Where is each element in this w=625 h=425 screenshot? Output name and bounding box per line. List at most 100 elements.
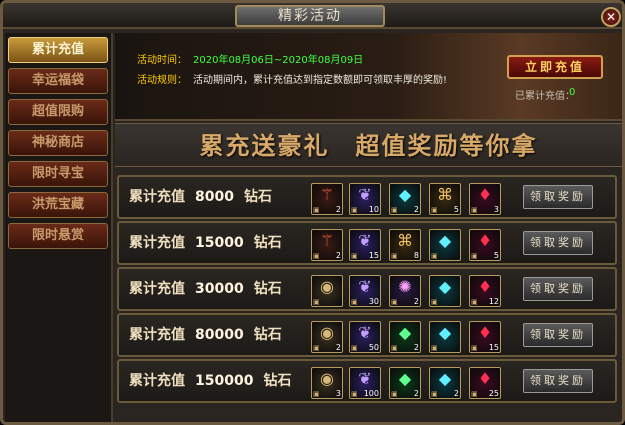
tier-label: 累计充值 8000 钻石 (129, 187, 299, 207)
bound-lock-icon: ▣ (431, 298, 438, 306)
crystal-icon: ◆ (438, 231, 452, 250)
bound-lock-icon: ▣ (313, 390, 320, 398)
reward-item-slot[interactable]: ◆ ▣ (429, 321, 461, 353)
reward-item-slot[interactable]: ❦ ▣ 100 (349, 367, 381, 399)
window-title: 精彩活动 (235, 5, 385, 27)
claim-reward-button[interactable]: 领取奖励 (523, 231, 593, 255)
item-count: 3 (493, 205, 499, 214)
staff-icon: ⚚ (319, 231, 335, 250)
scroll-icon: ⌘ (397, 231, 413, 250)
tier-unit: 钻石 (253, 327, 282, 343)
item-count: 2 (413, 205, 419, 214)
reward-item-slot[interactable]: ◉ ▣ 3 (311, 367, 343, 399)
item-count: 2 (335, 205, 341, 214)
reward-item-slot[interactable]: ◆ ▣ (429, 275, 461, 307)
reward-item-slot[interactable]: ♦ ▣ 25 (469, 367, 501, 399)
ruby-amulet-icon: ♦ (477, 185, 493, 204)
feather-icon: ❦ (358, 185, 372, 204)
bound-lock-icon: ▣ (351, 206, 358, 214)
bound-lock-icon: ▣ (431, 390, 438, 398)
reward-item-slot[interactable]: ♦ ▣ 5 (469, 229, 501, 261)
bound-lock-icon: ▣ (313, 344, 320, 352)
reward-item-slot[interactable]: ❦ ▣ 15 (349, 229, 381, 261)
sidebar-item-limited-purchase[interactable]: 超值限购 (8, 99, 108, 125)
item-count: 2 (335, 343, 341, 352)
claim-reward-button[interactable]: 领取奖励 (523, 369, 593, 393)
item-count: 15 (488, 343, 499, 352)
close-icon[interactable]: ✕ (601, 7, 621, 27)
reward-item-slot[interactable]: ⌘ ▣ 5 (429, 183, 461, 215)
item-count: 12 (488, 297, 499, 306)
ruby-amulet-icon: ♦ (477, 231, 493, 250)
event-rule-label: 活动规则： (137, 75, 187, 86)
reward-item-slot[interactable]: ❦ ▣ 10 (349, 183, 381, 215)
bound-lock-icon: ▣ (351, 390, 358, 398)
feather-icon: ❦ (358, 277, 372, 296)
item-count: 2 (335, 251, 341, 260)
sidebar-item-treasure-hunt[interactable]: 限时寻宝 (8, 161, 108, 187)
ruby-amulet-icon: ♦ (477, 369, 493, 388)
item-count: 5 (493, 251, 499, 260)
staff-icon: ⚚ (319, 185, 335, 204)
item-count: 30 (368, 297, 379, 306)
recharge-now-button[interactable]: 立即充值 (507, 55, 603, 79)
shield-icon: ◉ (320, 277, 334, 296)
crystal-icon: ◆ (398, 185, 412, 204)
tier-amount: 30000 (195, 281, 244, 297)
bound-lock-icon: ▣ (471, 252, 478, 260)
reward-tier-row: 累计充值 80000 钻石 ◉ ▣ 2 ❦ ▣ 50 ◆ ▣ 2 ◆ ▣ ♦ ▣ 15 领取奖励 (117, 313, 617, 357)
reward-item-slot[interactable]: ◆ ▣ 2 (389, 321, 421, 353)
reward-item-slot[interactable]: ❦ ▣ 30 (349, 275, 381, 307)
tier-unit: 钻石 (243, 189, 272, 205)
sidebar-item-lucky-bag[interactable]: 幸运福袋 (8, 68, 108, 94)
shield-icon: ◉ (320, 369, 334, 388)
reward-item-slot[interactable]: ♦ ▣ 15 (469, 321, 501, 353)
tier-title: 累计充值 (129, 281, 185, 297)
cumulative-recharge-label: 已累计充值： (515, 91, 575, 102)
reward-item-slot[interactable]: ✺ ▣ 2 (389, 275, 421, 307)
reward-item-slot[interactable]: ◆ ▣ (429, 229, 461, 261)
slogan-text: 累充送豪礼 超值奖励等你拿 (199, 132, 538, 160)
reward-item-slot[interactable]: ♦ ▣ 3 (469, 183, 501, 215)
item-count: 2 (453, 389, 459, 398)
sidebar-item-bounty[interactable]: 限时悬赏 (8, 223, 108, 249)
sidebar-item-mystery-shop[interactable]: 神秘商店 (8, 130, 108, 156)
item-count: 2 (413, 343, 419, 352)
reward-item-slot[interactable]: ⚚ ▣ 2 (311, 183, 343, 215)
item-count: 5 (453, 205, 459, 214)
tier-unit: 钻石 (253, 281, 282, 297)
reward-item-slot[interactable]: ◆ ▣ 2 (389, 367, 421, 399)
reward-item-slot[interactable]: ⚚ ▣ 2 (311, 229, 343, 261)
claim-reward-button[interactable]: 领取奖励 (523, 185, 593, 209)
reward-tier-row: 累计充值 15000 钻石 ⚚ ▣ 2 ❦ ▣ 15 ⌘ ▣ 8 ◆ ▣ ♦ ▣ 5 领取奖励 (117, 221, 617, 265)
bound-lock-icon: ▣ (313, 206, 320, 214)
sidebar-item-cumulative-recharge[interactable]: 累计充值 (8, 37, 108, 63)
item-count: 10 (368, 205, 379, 214)
tier-title: 累计充值 (129, 327, 185, 343)
claim-reward-button[interactable]: 领取奖励 (523, 277, 593, 301)
reward-item-slot[interactable]: ◆ ▣ 2 (389, 183, 421, 215)
reward-item-slot[interactable]: ♦ ▣ 12 (469, 275, 501, 307)
reward-tier-row: 累计充值 30000 钻石 ◉ ▣ ❦ ▣ 30 ✺ ▣ 2 ◆ ▣ ♦ ▣ 12 领取奖励 (117, 267, 617, 311)
green-gem-icon: ◆ (398, 369, 412, 388)
sidebar-item-ancient-treasure[interactable]: 洪荒宝藏 (8, 192, 108, 218)
bound-lock-icon: ▣ (351, 298, 358, 306)
ruby-amulet-icon: ♦ (477, 277, 493, 296)
event-time-value: 2020年08月06日~2020年08月09日 (193, 55, 364, 66)
item-count: 25 (488, 389, 499, 398)
crystal-icon: ◆ (438, 323, 452, 342)
event-rule-value: 活动期间内，累计充值达到指定数额即可领取丰厚的奖励! (193, 75, 448, 86)
shield-icon: ◉ (320, 323, 334, 342)
item-count: 100 (363, 389, 379, 398)
claim-reward-button[interactable]: 领取奖励 (523, 323, 593, 347)
reward-item-slot[interactable]: ◆ ▣ 2 (429, 367, 461, 399)
tier-label: 累计充值 80000 钻石 (129, 325, 299, 345)
item-count: 2 (413, 297, 419, 306)
reward-item-slot[interactable]: ◉ ▣ (311, 275, 343, 307)
reward-tier-row: 累计充值 8000 钻石 ⚚ ▣ 2 ❦ ▣ 10 ◆ ▣ 2 ⌘ ▣ 5 ♦ ▣ 3 领取奖励 (117, 175, 617, 219)
reward-item-slot[interactable]: ⌘ ▣ 8 (389, 229, 421, 261)
reward-item-slot[interactable]: ◉ ▣ 2 (311, 321, 343, 353)
item-count: 2 (413, 389, 419, 398)
bound-lock-icon: ▣ (471, 206, 478, 214)
reward-item-slot[interactable]: ❦ ▣ 50 (349, 321, 381, 353)
